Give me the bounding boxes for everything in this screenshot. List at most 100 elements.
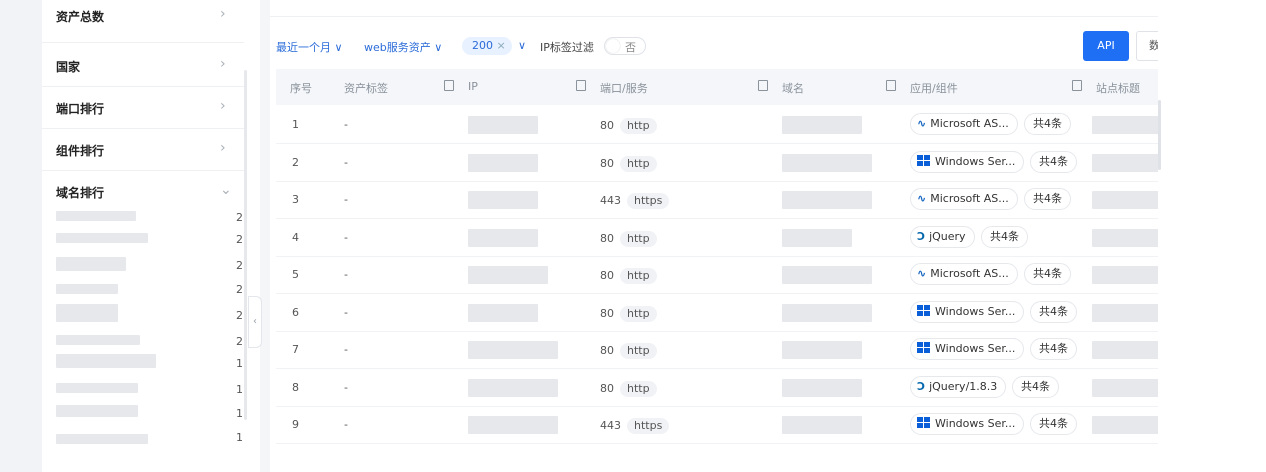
row-index: 9	[292, 418, 299, 431]
port-number: 443	[600, 419, 621, 432]
column-select-icon[interactable]	[758, 80, 768, 91]
domain-count: 1	[236, 383, 243, 396]
component-count-badge[interactable]: 共4条	[1030, 413, 1077, 435]
component-count-badge[interactable]: 共4条	[1030, 338, 1077, 360]
data-button[interactable]: 数	[1136, 31, 1158, 61]
service-badge[interactable]: https	[627, 193, 670, 209]
redacted-domain	[56, 257, 126, 271]
column-select-icon[interactable]	[444, 80, 454, 91]
app-component-tag[interactable]: ∿ Microsoft AS...	[910, 188, 1018, 210]
table-row[interactable]: 7 - 80 http Windows Ser... 共4条	[276, 331, 1158, 369]
table-header: 序号 资产标签 IP 端口/服务 域名 应用/组件 站点标题	[276, 69, 1158, 105]
table-row[interactable]: 2 - 80 http Windows Ser... 共4条	[276, 144, 1158, 182]
table-row[interactable]: 6 - 80 http Windows Ser... 共4条	[276, 294, 1158, 332]
table-row[interactable]: 8-80 http ƆjQuery/1.8.3 共4条	[276, 369, 1158, 407]
app-component-tag[interactable]: ƆjQuery/1.8.3	[910, 375, 1007, 398]
col-header-asset-tag: 资产标签	[344, 82, 388, 95]
col-header-site-title: 站点标题	[1096, 82, 1140, 95]
list-item[interactable]: 1	[56, 426, 244, 450]
table-row[interactable]: 1 - 80 http ∿ Microsoft AS... 共4条	[276, 106, 1158, 144]
component-count-badge[interactable]: 共4条	[1030, 150, 1077, 173]
table-row[interactable]: 3 - 443 https ∿ Microsoft AS... 共4条	[276, 181, 1158, 219]
domain-count: 2	[236, 283, 243, 296]
app-component-tag[interactable]: ∿ Microsoft AS...	[910, 113, 1018, 135]
app-component-tag[interactable]: Windows Ser...	[910, 338, 1025, 360]
service-badge[interactable]: http	[620, 118, 657, 134]
list-item[interactable]: 2	[56, 330, 244, 354]
list-item[interactable]: 2	[56, 278, 244, 302]
app-component-tag[interactable]: Windows Ser...	[910, 413, 1025, 435]
service-badge[interactable]: http	[620, 230, 657, 247]
component-count-badge[interactable]: 共4条	[1024, 263, 1071, 285]
app-component-tag[interactable]: Windows Ser...	[910, 150, 1025, 173]
microsoft-asp-icon: ∿	[917, 192, 927, 205]
service-badge[interactable]: https	[627, 418, 670, 434]
service-badge[interactable]: http	[620, 305, 657, 322]
redacted-ip	[468, 303, 538, 322]
asset-type-select[interactable]: web服务资产 ∨	[364, 39, 442, 55]
chevron-right-icon: ›	[220, 6, 226, 22]
service-badge[interactable]: http	[620, 155, 657, 172]
port-service: 80 http	[600, 268, 657, 284]
column-select-icon[interactable]	[576, 80, 586, 91]
sidebar-item-component-rank[interactable]: 组件排行 ›	[42, 130, 244, 171]
component-count-badge[interactable]: 共4条	[981, 225, 1028, 248]
app-component-tag[interactable]: ∿ Microsoft AS...	[910, 263, 1018, 285]
list-item[interactable]: 1	[56, 402, 244, 426]
redacted-domain	[782, 416, 862, 434]
port-service: 80 http	[600, 155, 657, 172]
service-badge[interactable]: http	[620, 268, 657, 284]
service-badge[interactable]: http	[620, 380, 657, 397]
api-button[interactable]: API	[1083, 31, 1129, 61]
list-item[interactable]: 2	[56, 228, 244, 252]
port-number: 80	[600, 269, 614, 282]
redacted-domain	[56, 434, 148, 444]
redacted-site-title	[1092, 341, 1158, 359]
ip-filter-toggle[interactable]: 否	[604, 37, 646, 55]
page-size-tag[interactable]: 200 ×	[462, 37, 512, 55]
table-row[interactable]: 5 - 80 http ∿ Microsoft AS... 共4条	[276, 256, 1158, 294]
microsoft-asp-icon: ∿	[917, 117, 927, 130]
list-item[interactable]: 1	[56, 378, 244, 402]
redacted-domain	[56, 354, 156, 368]
table-row[interactable]: 9 - 443 https Windows Ser... 共4条	[276, 406, 1158, 444]
component-count-badge[interactable]: 共4条	[1012, 375, 1059, 398]
redacted-domain	[782, 153, 872, 172]
app-component-tag[interactable]: Windows Ser...	[910, 300, 1025, 323]
row-index: 3	[292, 193, 299, 206]
app-component-tag[interactable]: ƆjQuery	[910, 225, 975, 248]
sidebar-item-port-rank[interactable]: 端口排行 ›	[42, 88, 244, 129]
component-count-badge[interactable]: 共4条	[1024, 113, 1071, 135]
column-select-icon[interactable]	[886, 80, 896, 91]
asset-table-panel: 最近一个月 ∨ web服务资产 ∨ 200 × ∨ IP标签过滤 否 API 数…	[270, 16, 1158, 457]
domain-count: 1	[236, 407, 243, 420]
table-scrollbar[interactable]	[1158, 100, 1161, 170]
list-item[interactable]: 2	[56, 206, 244, 230]
service-badge[interactable]: http	[620, 343, 657, 359]
sidebar-item-country[interactable]: 国家 ›	[42, 46, 244, 87]
sidebar-item-label: 组件排行	[56, 144, 105, 158]
component-count-badge[interactable]: 共4条	[1030, 300, 1077, 323]
sidebar-item-asset-total[interactable]: 资产总数 ›	[42, 2, 244, 43]
windows-icon	[917, 304, 931, 317]
domain-count: 2	[236, 233, 243, 246]
chevron-down-icon: ∨	[334, 41, 343, 54]
row-index: 5	[292, 268, 299, 281]
redacted-domain	[782, 378, 862, 397]
list-item[interactable]: 2	[56, 254, 244, 278]
clear-icon[interactable]: ×	[497, 39, 506, 52]
redacted-ip	[468, 341, 558, 359]
component-count-badge[interactable]: 共4条	[1024, 188, 1071, 210]
column-select-icon[interactable]	[1072, 80, 1082, 91]
chevron-down-icon[interactable]: ∨	[518, 39, 526, 52]
list-item[interactable]: 1	[56, 352, 244, 376]
app-name: jQuery/1.8.3	[929, 379, 998, 393]
table-row[interactable]: 4 - 80 http ƆjQuery 共4条	[276, 219, 1158, 257]
time-range-select[interactable]: 最近一个月 ∨	[276, 39, 343, 55]
collapse-sidebar-button[interactable]: ‹	[248, 296, 262, 348]
list-item[interactable]: 2	[56, 304, 244, 328]
chevron-right-icon: ›	[220, 140, 226, 156]
app-name: Microsoft AS...	[930, 267, 1009, 280]
redacted-ip	[468, 378, 558, 397]
sidebar-scrollbar[interactable]	[244, 70, 247, 420]
